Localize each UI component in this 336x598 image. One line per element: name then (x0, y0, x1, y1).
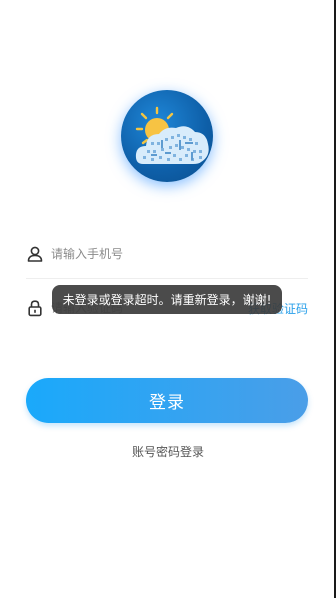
login-button[interactable]: 登录 (26, 378, 308, 423)
lock-icon (26, 299, 44, 317)
sun-cloud-icon (135, 106, 209, 164)
account-password-login-link[interactable]: 账号密码登录 (0, 443, 336, 460)
phone-input[interactable] (51, 247, 241, 261)
phone-divider (26, 278, 308, 279)
user-icon (26, 245, 44, 263)
phone-field-row (26, 239, 308, 269)
app-logo (121, 90, 213, 182)
toast-message: 未登录或登录超时。请重新登录，谢谢! (52, 285, 282, 314)
